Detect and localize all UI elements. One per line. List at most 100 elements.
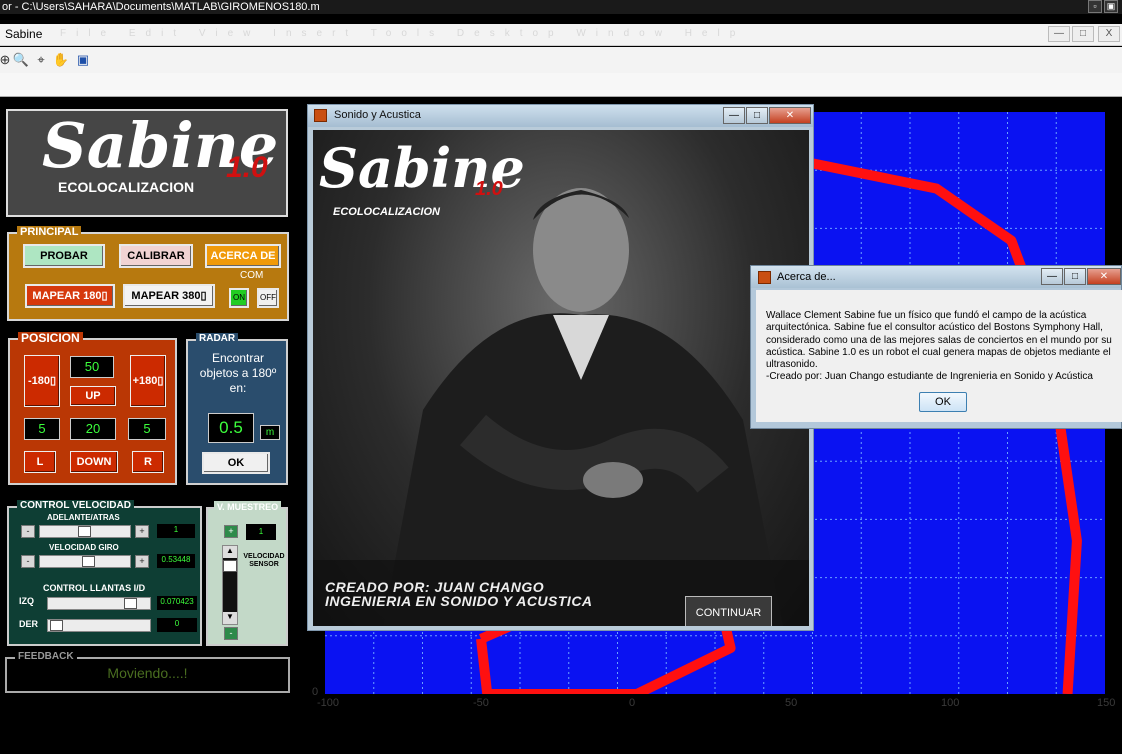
- up-button[interactable]: UP: [70, 386, 116, 406]
- menu-items[interactable]: File Edit View Insert Tools Desktop Wind…: [60, 28, 745, 39]
- acerca-text: Wallace Clement Sabine fue un físico que…: [766, 310, 1114, 384]
- izq-value: 0.070423: [157, 596, 197, 610]
- giro-value: 0.53448: [157, 554, 195, 568]
- muestreo-value: 1: [246, 524, 276, 540]
- sonido-logo-subtitle: ECOLOCALIZACION: [333, 206, 440, 218]
- radar-distance-input[interactable]: 0.5: [208, 413, 254, 443]
- giro-slider[interactable]: [39, 555, 131, 568]
- mapear-180-button[interactable]: MAPEAR 180▯: [25, 284, 115, 308]
- der-slider[interactable]: [47, 619, 151, 632]
- minimize-button[interactable]: —: [1048, 26, 1070, 42]
- window-title: or - C:\Users\SAHARA\Documents\MATLAB\GI…: [2, 1, 320, 13]
- velocidad-sensor-label: VELOCIDAD SENSOR: [243, 553, 285, 568]
- acerca-body: Wallace Clement Sabine fue un físico que…: [756, 290, 1122, 422]
- llantas-label: CONTROL LLANTAS I/D: [43, 583, 146, 593]
- mapear-380-button[interactable]: MAPEAR 380▯: [123, 284, 215, 308]
- acerca-de-button[interactable]: ACERCA DE: [205, 244, 281, 268]
- radar-title: RADAR: [196, 333, 239, 345]
- sabine-portrait: Sabine 1.0 ECOLOCALIZACION CREADO POR: J…: [313, 130, 809, 626]
- logo-subtitle: ECOLOCALIZACION: [58, 179, 195, 195]
- continuar-button[interactable]: CONTINUAR: [685, 596, 772, 626]
- acerca-title: Acerca de...: [777, 271, 836, 283]
- x-tick-label: 50: [785, 697, 798, 709]
- plus-180-button[interactable]: +180▯: [130, 355, 166, 407]
- radar-instructions: Encontrar objetos a 180º en:: [199, 351, 277, 395]
- y-tick-label: 0: [312, 686, 319, 698]
- position-top-value: 50: [70, 356, 114, 378]
- giro-plus[interactable]: +: [135, 555, 149, 568]
- x-tick-label: -100: [317, 697, 340, 709]
- logo-version: 1.0: [226, 151, 268, 184]
- acerca-title-bar: Acerca de... — □ ✕: [751, 266, 1121, 288]
- giro-label: VELOCIDAD GIRO: [49, 543, 119, 552]
- os-title-bar: or - C:\Users\SAHARA\Documents\MATLAB\GI…: [0, 0, 1122, 14]
- com-on-toggle[interactable]: ON: [229, 288, 249, 308]
- muestreo-plus[interactable]: +: [224, 525, 238, 538]
- minus-180-button[interactable]: -180▯: [24, 355, 60, 407]
- radar-panel: RADAR Encontrar objetos a 180º en: 0.5 m…: [186, 333, 288, 485]
- save-icon[interactable]: ▣: [74, 51, 92, 69]
- acerca-credit: -Creado por: Juan Chango estudiante de I…: [766, 371, 1093, 383]
- control-velocidad-panel: CONTROL VELOCIDAD ADELANTE/ATRAS - + 1 V…: [7, 500, 202, 646]
- sonido-window: Sonido y Acustica — □ ✕ Sabine 1.0 ECOLO…: [307, 104, 814, 631]
- x-tick-label: 150: [1097, 697, 1116, 709]
- acerca-dialog: Acerca de... — □ ✕ Wallace Clement Sabin…: [750, 265, 1122, 429]
- restore-button[interactable]: □: [1072, 26, 1094, 42]
- right-button[interactable]: R: [132, 451, 164, 473]
- sonido-title-bar: Sonido y Acustica — □ ✕: [308, 105, 813, 127]
- close-icon[interactable]: ✕: [769, 107, 811, 124]
- muestreo-minus[interactable]: -: [224, 627, 238, 640]
- left-button[interactable]: L: [24, 451, 56, 473]
- acerca-description: Wallace Clement Sabine fue un físico que…: [766, 310, 1112, 371]
- figure-toolbar: ⊕ 🔍 ⌖ ✋ ▣: [0, 47, 1122, 73]
- adelante-slider[interactable]: [39, 525, 131, 538]
- der-label: DER: [19, 619, 39, 629]
- matlab-icon: [314, 109, 327, 122]
- adelante-plus[interactable]: +: [135, 525, 149, 538]
- sabine-logo: Sabine 1.0 ECOLOCALIZACION: [6, 109, 288, 217]
- position-left-value: 5: [24, 418, 60, 440]
- com-off-toggle[interactable]: OFF: [257, 288, 279, 308]
- matlab-icon: [758, 271, 771, 284]
- maximize-icon[interactable]: □: [1064, 268, 1086, 285]
- muestreo-panel: V. MUESTREO + 1 ▲ ▼ VELOCIDAD SENSOR -: [206, 501, 288, 646]
- acerca-ok-button[interactable]: OK: [919, 392, 967, 412]
- radar-unit: m: [260, 425, 280, 440]
- close-button[interactable]: X: [1098, 26, 1120, 42]
- adelante-label: ADELANTE/ATRAS: [47, 513, 120, 522]
- feedback-panel: FEEDBACK Moviendo....!: [5, 651, 290, 693]
- adelante-value: 1: [157, 524, 195, 538]
- feedback-title: FEEDBACK: [15, 651, 77, 663]
- der-value: 0: [157, 618, 197, 632]
- maximize-icon[interactable]: □: [746, 107, 768, 124]
- adelante-minus[interactable]: -: [21, 525, 35, 538]
- muestreo-slider[interactable]: ▲ ▼: [222, 545, 238, 625]
- toolbar-spacer: [0, 73, 1122, 97]
- zoom-out-icon[interactable]: 🔍: [12, 51, 30, 69]
- figure-menubar: Sabine File Edit View Insert Tools Deskt…: [0, 24, 1122, 46]
- probar-button[interactable]: PROBAR: [23, 244, 105, 268]
- credit-program: INGENIERIA EN SONIDO Y ACUSTICA: [325, 593, 593, 609]
- calibrar-button[interactable]: CALIBRAR: [119, 244, 193, 268]
- radar-ok-button[interactable]: OK: [202, 452, 270, 474]
- close-icon[interactable]: ✕: [1087, 268, 1121, 285]
- position-mid-value: 20: [70, 418, 116, 440]
- muestreo-title: V. MUESTREO: [214, 501, 282, 513]
- posicion-panel: POSICION -180▯ 50 UP +180▯ 5 20 5 L DOWN…: [8, 332, 177, 485]
- x-tick-label: -50: [473, 697, 489, 709]
- figure-name: Sabine: [5, 27, 43, 41]
- close-icon[interactable]: ▣: [1104, 0, 1118, 13]
- x-tick-label: 100: [941, 697, 960, 709]
- principal-panel: PRINCIPAL PROBAR CALIBRAR ACERCA DE COM …: [7, 226, 289, 321]
- restore-icon[interactable]: ▫: [1088, 0, 1102, 13]
- posicion-title: POSICION: [18, 332, 83, 344]
- minimize-icon[interactable]: —: [723, 107, 745, 124]
- data-cursor-icon[interactable]: ⌖: [32, 51, 50, 69]
- izq-slider[interactable]: [47, 597, 151, 610]
- x-tick-label: 0: [629, 697, 636, 709]
- giro-minus[interactable]: -: [21, 555, 35, 568]
- pan-hand-icon[interactable]: ✋: [52, 51, 70, 69]
- minimize-icon[interactable]: —: [1041, 268, 1063, 285]
- down-button[interactable]: DOWN: [70, 451, 118, 473]
- izq-label: IZQ: [19, 596, 34, 606]
